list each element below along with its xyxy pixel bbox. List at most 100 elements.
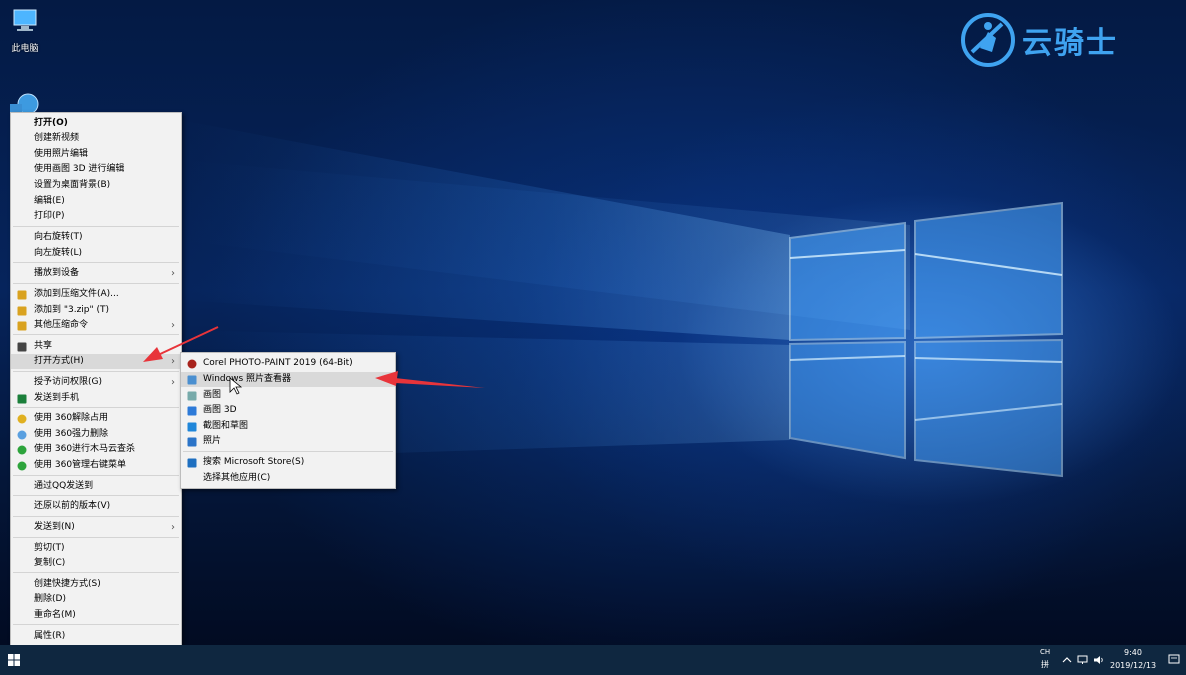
- menu-item[interactable]: 打开(O): [11, 116, 181, 131]
- menu-separator: [13, 516, 179, 517]
- menu-item-label: 通过QQ发送到: [34, 481, 94, 491]
- network-icon[interactable]: [1077, 655, 1089, 665]
- menu-item[interactable]: 发送到(N) ›: [11, 520, 181, 535]
- menu-item[interactable]: 添加到 "3.zip" (T): [11, 303, 181, 318]
- menu-item-label: 授予访问权限(G): [34, 377, 102, 387]
- menu-item-label: 添加到 "3.zip" (T): [34, 305, 110, 315]
- menu-separator: [13, 407, 179, 408]
- open-with-submenu: Corel PHOTO-PAINT 2019 (64-Bit) Windows 照…: [180, 352, 396, 489]
- photo-viewer-icon: [187, 375, 197, 385]
- menu-item[interactable]: 创建新视频: [11, 131, 181, 146]
- menu-item[interactable]: 照片: [181, 434, 395, 449]
- menu-item[interactable]: 重命名(M): [11, 608, 181, 623]
- win-logo-pane-br: [914, 338, 1063, 478]
- menu-item[interactable]: 创建快捷方式(S): [11, 577, 181, 592]
- menu-item-label: 选择其他应用(C): [203, 473, 271, 483]
- ime-mode[interactable]: 拼: [1041, 659, 1049, 670]
- menu-item[interactable]: 使用 360解除占用: [11, 411, 181, 426]
- menu-item[interactable]: 共享: [11, 339, 181, 354]
- menu-item-label: Corel PHOTO-PAINT 2019 (64-Bit): [203, 358, 353, 368]
- menu-item[interactable]: 其他压缩命令 ›: [11, 318, 181, 333]
- knight-logo-icon: [961, 13, 1015, 67]
- menu-item-label: 照片: [203, 436, 222, 446]
- menu-item[interactable]: 复制(C): [11, 556, 181, 571]
- submenu-arrow-icon: ›: [171, 522, 175, 533]
- menu-item[interactable]: 搜索 Microsoft Store(S): [181, 455, 395, 470]
- scan-360-icon: [17, 445, 27, 455]
- menu-item[interactable]: 选择其他应用(C): [181, 471, 395, 486]
- menu-item[interactable]: 画图: [181, 388, 395, 403]
- desktop-icon-this-pc[interactable]: 此电脑: [4, 6, 46, 54]
- menu-item[interactable]: 向左旋转(L): [11, 246, 181, 261]
- logo-text: 云骑士: [1022, 26, 1118, 61]
- menu-item[interactable]: 打印(P): [11, 209, 181, 224]
- menu-item[interactable]: 打开方式(H) ›: [11, 354, 181, 369]
- menu-item[interactable]: Windows 照片查看器: [181, 372, 395, 387]
- win-logo-pane-bl: [789, 340, 906, 460]
- menu-item[interactable]: Corel PHOTO-PAINT 2019 (64-Bit): [181, 356, 395, 371]
- context-menu: 打开(O) 创建新视频使用照片编辑使用画图 3D 进行编辑 设置为桌面背景(B) 编辑…: [10, 112, 182, 647]
- menu-item-label: 向左旋转(L): [34, 248, 83, 258]
- menu-item[interactable]: 使用 360强力删除: [11, 427, 181, 442]
- photos-icon: [187, 437, 197, 447]
- menu-item[interactable]: 向右旋转(T): [11, 230, 181, 245]
- menu-item-label: 使用照片编辑: [34, 149, 89, 159]
- ime-indicator[interactable]: CH: [1040, 648, 1050, 656]
- menu-item-label: 属性(R): [34, 631, 66, 641]
- menu-item-label: 向右旋转(T): [34, 232, 83, 242]
- delete-360-icon: [17, 430, 27, 440]
- menu-item[interactable]: 属性(R): [11, 629, 181, 644]
- menu-separator: [13, 371, 179, 372]
- share-icon: [17, 342, 27, 352]
- menu-item-label: Windows 照片查看器: [203, 374, 292, 384]
- menu-item-label: 添加到压缩文件(A)...: [34, 289, 119, 299]
- taskbar: CH 拼 9:40 2019/12/13: [0, 645, 1186, 675]
- menu-separator: [13, 537, 179, 538]
- menu-item-label: 打开方式(H): [34, 356, 84, 366]
- menu-item-label: 使用画图 3D 进行编辑: [34, 164, 125, 174]
- submenu-arrow-icon: ›: [171, 268, 175, 279]
- menu-item[interactable]: 画图 3D: [181, 403, 395, 418]
- menu-item-label: 使用 360进行木马云查杀: [34, 444, 136, 454]
- menu-item[interactable]: 删除(D): [11, 592, 181, 607]
- clock-date[interactable]: 2019/12/13: [1110, 661, 1156, 670]
- menu-item-label: 使用 360强力删除: [34, 429, 109, 439]
- menu-item-label: 播放到设备: [34, 268, 80, 278]
- menu-item[interactable]: 发送到手机: [11, 391, 181, 406]
- menu-item-label: 使用 360管理右键菜单: [34, 460, 127, 470]
- menu-item[interactable]: 添加到压缩文件(A)...: [11, 287, 181, 302]
- computer-icon: [13, 9, 37, 31]
- menu-item-label: 画图 3D: [203, 405, 237, 415]
- volume-icon[interactable]: [1093, 655, 1105, 665]
- menu-item[interactable]: 播放到设备 ›: [11, 266, 181, 281]
- menu-item-label: 设置为桌面背景(B): [34, 180, 111, 190]
- submenu-separator: [183, 451, 393, 452]
- menu-separator: [13, 262, 179, 263]
- menu-item-label: 使用 360解除占用: [34, 413, 109, 423]
- menu-item[interactable]: 截图和草图: [181, 419, 395, 434]
- menu-item[interactable]: 编辑(E): [11, 194, 181, 209]
- menu-item[interactable]: 通过QQ发送到: [11, 479, 181, 494]
- menu-item[interactable]: 使用画图 3D 进行编辑: [11, 162, 181, 177]
- menu-item[interactable]: 使用 360进行木马云查杀: [11, 442, 181, 457]
- menu-item[interactable]: 授予访问权限(G) ›: [11, 375, 181, 390]
- menu-separator: [13, 572, 179, 573]
- menu-item[interactable]: 还原以前的版本(V): [11, 499, 181, 514]
- unlock-360-icon: [17, 414, 27, 424]
- menu-separator: [13, 334, 179, 335]
- menu-item[interactable]: 使用照片编辑: [11, 147, 181, 162]
- corel-icon: [187, 359, 197, 369]
- menu-item-label: 删除(D): [34, 594, 66, 604]
- menu-item[interactable]: 设置为桌面背景(B): [11, 178, 181, 193]
- clock-time[interactable]: 9:40: [1124, 648, 1142, 657]
- menu-item-label: 还原以前的版本(V): [34, 501, 111, 511]
- submenu-arrow-icon: ›: [171, 320, 175, 331]
- windows-start-icon[interactable]: [8, 654, 20, 666]
- archive-icon: [17, 290, 27, 300]
- menu-item-label: 画图: [203, 390, 222, 400]
- menu-item[interactable]: 剪切(T): [11, 541, 181, 556]
- paint3d-icon: [187, 406, 197, 416]
- menu-item[interactable]: 使用 360管理右键菜单: [11, 458, 181, 473]
- notification-icon[interactable]: [1168, 654, 1180, 666]
- chevron-up-icon[interactable]: [1062, 655, 1072, 665]
